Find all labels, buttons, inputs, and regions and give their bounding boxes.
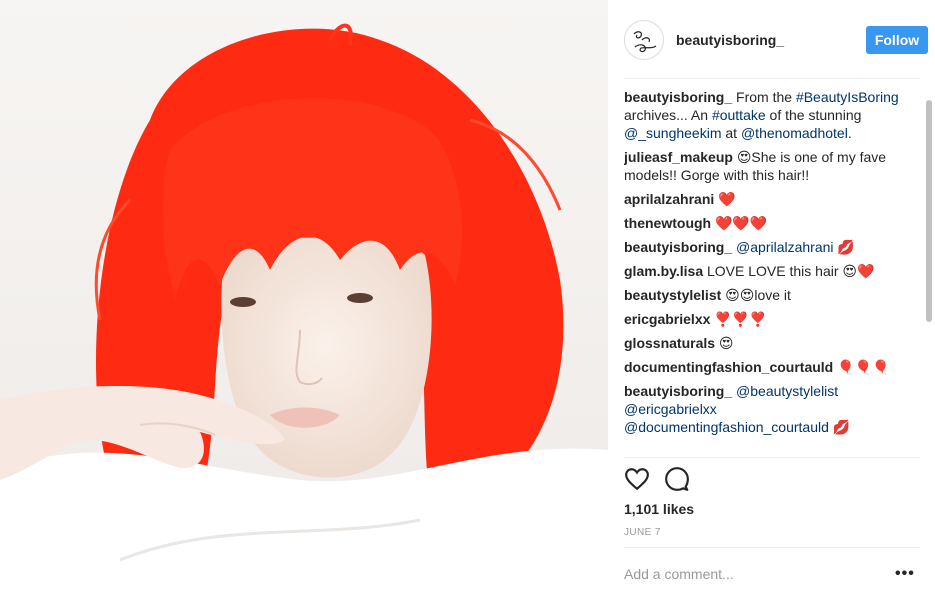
caption-text: .	[847, 125, 852, 141]
comment-text: 💋	[828, 419, 851, 435]
comment-text: ❤️❤️❤️	[711, 215, 768, 231]
comment-item: glam.by.lisa LOVE LOVE this hair 😍❤️	[624, 262, 920, 280]
comments-list[interactable]: beautyisboring_ From the #BeautyIsBoring…	[624, 88, 920, 456]
actions-divider	[624, 457, 920, 458]
caption-text: at	[721, 125, 741, 141]
avatar[interactable]	[624, 20, 664, 60]
comment-username[interactable]: julieasf_makeup	[624, 149, 733, 165]
comment-text: 🎈🎈🎈	[833, 359, 890, 375]
caption: beautyisboring_ From the #BeautyIsBoring…	[624, 88, 920, 142]
mention-link[interactable]: @_sungheekim	[624, 125, 722, 141]
comments-scrollbar[interactable]	[926, 100, 932, 322]
beauty-is-boring-logo-icon	[633, 31, 657, 53]
comment-username[interactable]: documentingfashion_courtauld	[624, 359, 833, 375]
comment-username[interactable]: beautyisboring_	[624, 383, 732, 399]
caption-text: From the	[732, 89, 796, 105]
add-comment-input[interactable]: Add a comment...	[624, 566, 734, 582]
comment-item: ericgabrielxx ❣️❣️❣️	[624, 310, 920, 328]
comment-username[interactable]: ericgabrielxx	[624, 311, 710, 327]
heart-icon[interactable]	[624, 466, 652, 494]
comment-item: julieasf_makeup 😍She is one of my fave m…	[624, 148, 920, 184]
comment-text: ❣️❣️❣️	[710, 311, 767, 327]
post-date: JUNE 7	[624, 527, 661, 538]
mention-link[interactable]: @aprilalzahrani	[736, 239, 833, 255]
caption-text: of the stunning	[765, 107, 862, 123]
comment-item: aprilalzahrani ❤️	[624, 190, 920, 208]
caption-username[interactable]: beautyisboring_	[624, 89, 732, 105]
mention-link[interactable]: @thenomadhotel	[741, 125, 848, 141]
caption-text: archives... An	[624, 107, 712, 123]
comment-text: 😍	[715, 335, 734, 351]
more-options-icon[interactable]: •••	[895, 565, 915, 583]
post-username[interactable]: beautyisboring_	[676, 32, 784, 48]
comment-text: 💋	[833, 239, 855, 255]
comment-username[interactable]: beautystylelist	[624, 287, 721, 303]
post-image	[0, 0, 608, 601]
comment-icon[interactable]	[664, 466, 692, 494]
comment-username[interactable]: thenewtough	[624, 215, 711, 231]
mention-link[interactable]: @ericgabrielxx	[624, 401, 717, 417]
hashtag-link[interactable]: #BeautyIsBoring	[796, 89, 899, 105]
likes-count[interactable]: 1,101 likes	[624, 501, 694, 517]
hashtag-link[interactable]: #outtake	[712, 107, 766, 123]
comment-text: ❤️	[714, 191, 736, 207]
comment-username[interactable]: aprilalzahrani	[624, 191, 714, 207]
mention-link[interactable]: @beautystylelist	[736, 383, 838, 399]
comment-item: documentingfashion_courtauld 🎈🎈🎈	[624, 358, 920, 376]
comment-username[interactable]: glossnaturals	[624, 335, 715, 351]
post-photo[interactable]	[0, 0, 608, 601]
comment-item: beautyisboring_ @aprilalzahrani 💋	[624, 238, 920, 256]
comment-item: beautystylelist 😍😍love it	[624, 286, 920, 304]
header-divider	[624, 78, 920, 79]
mention-link[interactable]: @documentingfashion_courtauld	[624, 419, 829, 435]
comment-item: thenewtough ❤️❤️❤️	[624, 214, 920, 232]
comment-item: glossnaturals 😍	[624, 334, 920, 352]
follow-button[interactable]: Follow	[866, 26, 928, 54]
comment-divider	[624, 547, 920, 548]
comment-text: 😍😍love it	[721, 287, 791, 303]
comment-text: LOVE LOVE this hair 😍❤️	[703, 263, 875, 279]
comment-item: beautyisboring_ @beautystylelist @ericga…	[624, 382, 920, 436]
post-header: beautyisboring_ Follow	[624, 20, 928, 60]
comment-username[interactable]: beautyisboring_	[624, 239, 732, 255]
comment-username[interactable]: glam.by.lisa	[624, 263, 703, 279]
